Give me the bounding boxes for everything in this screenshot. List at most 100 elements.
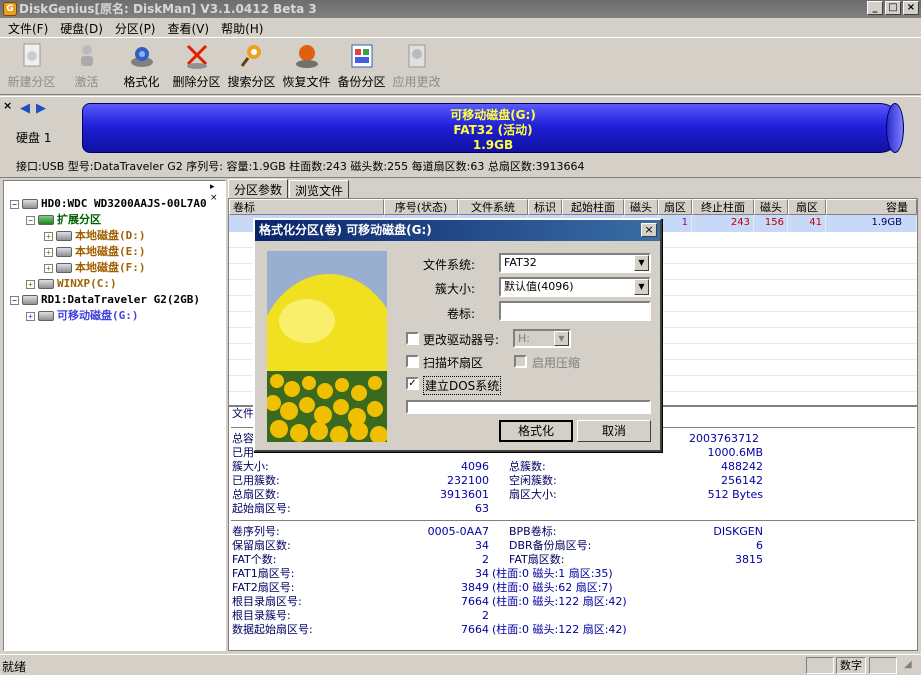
partition-block[interactable]: 可移动磁盘(G:) FAT32 (活动) 1.9GB (82, 103, 904, 153)
menu-view[interactable]: 查看(V) (162, 18, 216, 37)
table-header: 卷标 序号(状态) 文件系统 标识 起始柱面 磁头 扇区 终止柱面 磁头 扇区 … (229, 199, 917, 215)
dropdown-arrow-icon[interactable]: ▼ (634, 279, 649, 295)
col-header[interactable]: 起始柱面 (562, 199, 624, 215)
disk-tree: ▸ × − HD0:WDC WD3200AAJS-00L7A0 − 扩展分区 + 本地… (3, 180, 226, 651)
expand-icon[interactable]: − (10, 295, 19, 305)
close-button[interactable]: × (903, 1, 919, 15)
tab-partition-params[interactable]: 分区参数 (228, 179, 289, 199)
fs-label: 文件系统: (422, 258, 475, 272)
fs-select[interactable]: FAT32 ▼ (499, 253, 651, 273)
format-confirm-button[interactable]: 格式化 (499, 420, 573, 442)
partition-name: 可移动磁盘(G:) (450, 108, 536, 122)
backup-partition-button[interactable]: 备份分区 (334, 38, 389, 94)
new-partition-button[interactable]: 新建分区 (4, 38, 59, 94)
tree-item-e[interactable]: + 本地磁盘(E:) (44, 244, 146, 260)
volume-label-input[interactable] (499, 301, 651, 321)
status-panel (806, 657, 834, 674)
tree-close-icon[interactable]: × (210, 193, 218, 203)
search-partition-button[interactable]: 搜索分区 (224, 38, 279, 94)
disk-label: 硬盘 1 (16, 131, 52, 145)
expand-icon[interactable]: + (44, 247, 53, 257)
apply-changes-button[interactable]: 应用更改 (389, 38, 444, 94)
expand-icon[interactable]: + (44, 263, 53, 273)
tab-browse-files[interactable]: 浏览文件 (289, 180, 350, 198)
arrow-right-icon[interactable]: ▶ (36, 101, 46, 116)
col-header[interactable]: 扇区 (788, 199, 826, 215)
expand-icon[interactable]: + (44, 231, 53, 241)
col-header[interactable]: 卷标 (229, 199, 384, 215)
activate-button[interactable]: 激活 (59, 38, 114, 94)
tree-item-f[interactable]: + 本地磁盘(F:) (44, 260, 146, 276)
delete-partition-button[interactable]: 删除分区 (169, 38, 224, 94)
backup-icon (348, 42, 376, 70)
col-header[interactable]: 容量 (826, 199, 917, 215)
tree-item-hd0[interactable]: − HD0:WDC WD3200AAJS-00L7A0 (10, 196, 207, 212)
col-header[interactable]: 磁头 (624, 199, 658, 215)
col-header[interactable]: 扇区 (658, 199, 692, 215)
new-partition-icon (18, 42, 46, 70)
expand-icon[interactable]: − (10, 199, 19, 209)
format-progress-bar (406, 400, 651, 414)
toolbar: 新建分区 激活 格式化 删除分区 搜索分区 恢复文件 备份分区 应用更改 (0, 37, 921, 95)
menu-disk[interactable]: 硬盘(D) (54, 18, 109, 37)
tree-item-rd1[interactable]: − RD1:DataTraveler G2(2GB) (10, 292, 200, 308)
compression-checkbox[interactable] (514, 355, 527, 368)
menu-partition[interactable]: 分区(P) (109, 18, 162, 37)
total-capacity-label: 总容 (232, 432, 254, 445)
col-header[interactable]: 终止柱面 (692, 199, 754, 215)
cluster-size-select[interactable]: 默认值(4096) ▼ (499, 277, 651, 297)
cancel-button[interactable]: 取消 (577, 420, 651, 442)
dropdown-arrow-icon[interactable]: ▼ (554, 331, 569, 346)
col-header[interactable]: 文件系统 (458, 199, 528, 215)
partition-fs: FAT32 (活动) (453, 123, 533, 137)
details-fs-label: 文件 (232, 407, 254, 420)
menu-help[interactable]: 帮助(H) (215, 18, 269, 37)
tree-item-d[interactable]: + 本地磁盘(D:) (44, 228, 146, 244)
drive-icon (38, 311, 54, 321)
scan-bad-sectors-checkbox[interactable] (406, 355, 419, 368)
close-panel-icon[interactable]: × (3, 99, 12, 112)
drive-icon (38, 279, 54, 289)
recover-icon (293, 42, 321, 70)
dropdown-arrow-icon[interactable]: ▼ (634, 255, 649, 271)
app-icon: G (3, 2, 17, 16)
resize-grip-icon[interactable]: ◢ (904, 659, 912, 670)
minimize-button[interactable]: _ (867, 1, 883, 15)
tree-arrow-icon[interactable]: ▸ (210, 182, 215, 192)
cylinder-cap (886, 103, 904, 153)
expand-icon[interactable]: − (26, 215, 35, 225)
recover-files-button[interactable]: 恢复文件 (279, 38, 334, 94)
menu-file[interactable]: 文件(F) (2, 18, 54, 37)
window-title: DiskGenius[原名: DiskMan] V3.1.0412 Beta 3 (19, 2, 317, 16)
expand-icon[interactable]: + (26, 311, 35, 321)
format-button[interactable]: 格式化 (114, 38, 169, 94)
arrow-left-icon[interactable]: ◀ (20, 101, 30, 116)
extended-partition-icon (38, 215, 54, 225)
dos-system-label: 建立DOS系统 (423, 376, 502, 395)
delete-icon (183, 42, 211, 70)
expand-icon[interactable]: + (26, 279, 35, 289)
partition-size: 1.9GB (472, 138, 514, 152)
tree-item-g[interactable]: + 可移动磁盘(G:) (26, 308, 139, 324)
divider (231, 520, 915, 521)
change-drive-checkbox[interactable] (406, 332, 419, 345)
status-panel (869, 657, 897, 674)
apply-icon (403, 42, 431, 70)
dialog-image (267, 251, 387, 442)
col-header[interactable]: 序号(状态) (384, 199, 458, 215)
status-text: 就绪 (2, 660, 27, 674)
col-header[interactable]: 磁头 (754, 199, 788, 215)
compression-label: 启用压缩 (532, 356, 581, 370)
scan-bad-sectors-label: 扫描坏扇区 (423, 356, 484, 370)
dialog-close-button[interactable]: × (641, 223, 657, 237)
drive-letter-select[interactable]: H: ▼ (513, 329, 571, 348)
format-icon (128, 42, 156, 70)
usb-disk-icon (22, 295, 38, 305)
dos-system-checkbox[interactable]: ✓ (406, 377, 419, 390)
col-header[interactable]: 标识 (528, 199, 562, 215)
tree-item-c[interactable]: + WINXP(C:) (26, 276, 117, 292)
tree-item-extended[interactable]: − 扩展分区 (26, 212, 101, 228)
maximize-button[interactable]: □ (885, 1, 901, 15)
drive-icon (56, 263, 72, 273)
dialog-title: 格式化分区(卷) 可移动磁盘(G:) (255, 220, 660, 241)
